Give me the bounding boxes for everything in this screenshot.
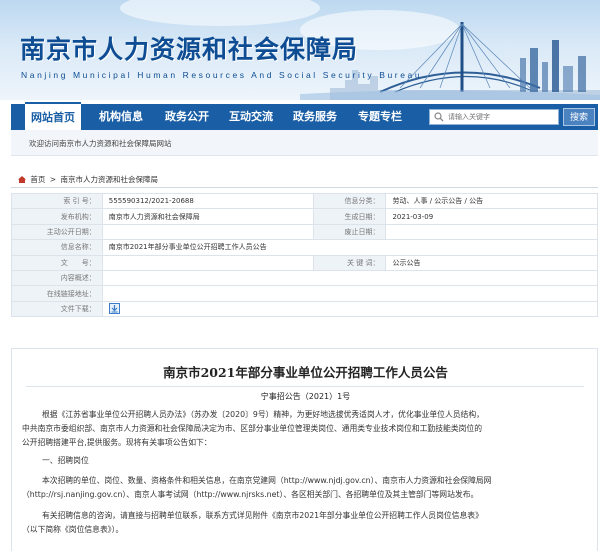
article-paragraph: 公开招聘搭建平台,提供服务。现将有关事项公告如下： xyxy=(22,438,212,447)
abolish-date-label: 废止日期： xyxy=(313,223,387,241)
breadcrumb-home-link[interactable]: 首页 xyxy=(30,175,45,184)
subject-label: 主动公开日期： xyxy=(11,223,103,241)
index-number-label: 索 引 号： xyxy=(11,192,103,210)
main-nav: 网站首页 机构信息 政务公开 互动交流 政务服务 专题专栏 搜索 xyxy=(11,102,598,130)
breadcrumb-separator: > xyxy=(49,175,57,184)
table-row: 主动公开日期： 废止日期： xyxy=(11,223,598,241)
article-paragraph: （http://rsj.nanjing.gov.cn）、南京人事考试网（http… xyxy=(22,490,479,499)
index-number-value: 555590312/2021-20688 xyxy=(101,192,315,210)
document-info-table: 索 引 号： 555590312/2021-20688 信息分类： 劳动、人事 … xyxy=(11,192,599,318)
divider xyxy=(11,187,598,188)
info-name-value: 南京市2021年部分事业单位公开招聘工作人员公告 xyxy=(101,239,599,256)
site-banner: 南京市人力资源和社会保障局 Nanjing Municipal Human Re… xyxy=(0,0,600,100)
keyword-value: 公示公告 xyxy=(385,254,598,271)
nav-item-interaction[interactable]: 互动交流 xyxy=(223,104,279,130)
summary-label: 内容概述： xyxy=(11,269,103,287)
article-paragraph: 根据《江苏省事业单位公开招聘人员办法》（苏办发〔2020〕9号）精神，为更好地选… xyxy=(42,410,484,419)
article: 南京市2021年部分事业单位公开招聘工作人员公告 宁事招公告（2021）1号 根… xyxy=(11,348,598,551)
article-paragraph: （以下简称《岗位信息表》）。 xyxy=(22,525,124,534)
category-value: 劳动、人事 / 公示公告 / 公告 xyxy=(385,192,598,210)
online-link-label: 在线链接地址： xyxy=(11,285,103,302)
welcome-text: 欢迎访问南京市人力资源和社会保障局网站 xyxy=(29,139,172,148)
nav-item-organization[interactable]: 机构信息 xyxy=(93,104,149,130)
search-button[interactable]: 搜索 xyxy=(563,108,595,126)
search-box xyxy=(429,109,559,125)
search-icon xyxy=(434,112,444,122)
doc-number-label: 文 号： xyxy=(11,254,103,271)
site-subtitle: Nanjing Municipal Human Resources And So… xyxy=(21,70,423,80)
doc-number-value xyxy=(101,254,315,271)
nav-item-topics[interactable]: 专题专栏 xyxy=(352,104,408,130)
search-input[interactable] xyxy=(448,110,556,124)
publisher-label: 发布机构： xyxy=(11,208,103,225)
nav-item-home[interactable]: 网站首页 xyxy=(25,102,81,130)
category-label: 信息分类： xyxy=(313,192,387,210)
nav-item-government-affairs[interactable]: 政务公开 xyxy=(159,104,215,130)
site-title: 南京市人力资源和社会保障局 xyxy=(20,35,359,64)
breadcrumb: 首页 > 南京市人力资源和社会保障局 xyxy=(18,174,158,185)
publisher-value: 南京市人力资源和社会保障局 xyxy=(101,208,315,225)
welcome-bar: 欢迎访问南京市人力资源和社会保障局网站 xyxy=(11,130,598,156)
table-row: 文 号： 关 键 词： 公示公告 xyxy=(11,254,598,271)
subject-value xyxy=(101,223,315,241)
table-row: 在线链接地址： xyxy=(11,285,599,302)
table-row: 索 引 号： 555590312/2021-20688 信息分类： 劳动、人事 … xyxy=(11,192,598,210)
breadcrumb-current[interactable]: 南京市人力资源和社会保障局 xyxy=(60,175,158,184)
keyword-label: 关 键 词： xyxy=(313,254,387,271)
home-icon xyxy=(18,176,26,183)
file-download-label: 文件下载： xyxy=(11,300,103,318)
article-paragraph: 中共南京市委组织部、南京市人力资源和社会保障局决定为市、区部分事业单位管理类岗位… xyxy=(22,424,483,433)
table-row: 发布机构： 南京市人力资源和社会保障局 生成日期： 2021-03-09 xyxy=(11,208,598,225)
summary-value xyxy=(101,269,599,287)
date-value: 2021-03-09 xyxy=(385,208,598,225)
article-paragraph: 本次招聘的单位、岗位、数量、资格条件和相关信息，在南京党建网（http://ww… xyxy=(42,476,492,485)
article-doc-number: 宁事招公告（2021）1号 xyxy=(260,392,351,401)
nav-item-services[interactable]: 政务服务 xyxy=(287,104,343,130)
divider xyxy=(26,386,584,387)
online-link-value[interactable] xyxy=(101,285,599,302)
info-name-label: 信息名称： xyxy=(11,239,103,256)
table-row: 文件下载： xyxy=(11,300,599,318)
abolish-date-value xyxy=(385,223,598,241)
table-row: 信息名称： 南京市2021年部分事业单位公开招聘工作人员公告 xyxy=(11,239,599,256)
article-title: 南京市2021年部分事业单位公开招聘工作人员公告 xyxy=(163,365,448,380)
date-label: 生成日期： xyxy=(313,208,387,225)
article-paragraph: 有关招聘信息的咨询，请直接与招聘单位联系，联系方式详见附件《南京市2021年部分… xyxy=(42,511,483,520)
download-icon[interactable] xyxy=(108,303,120,315)
file-download-cell xyxy=(101,300,599,318)
table-row: 内容概述： xyxy=(11,269,599,287)
article-section-heading: 一、招聘岗位 xyxy=(42,456,89,465)
